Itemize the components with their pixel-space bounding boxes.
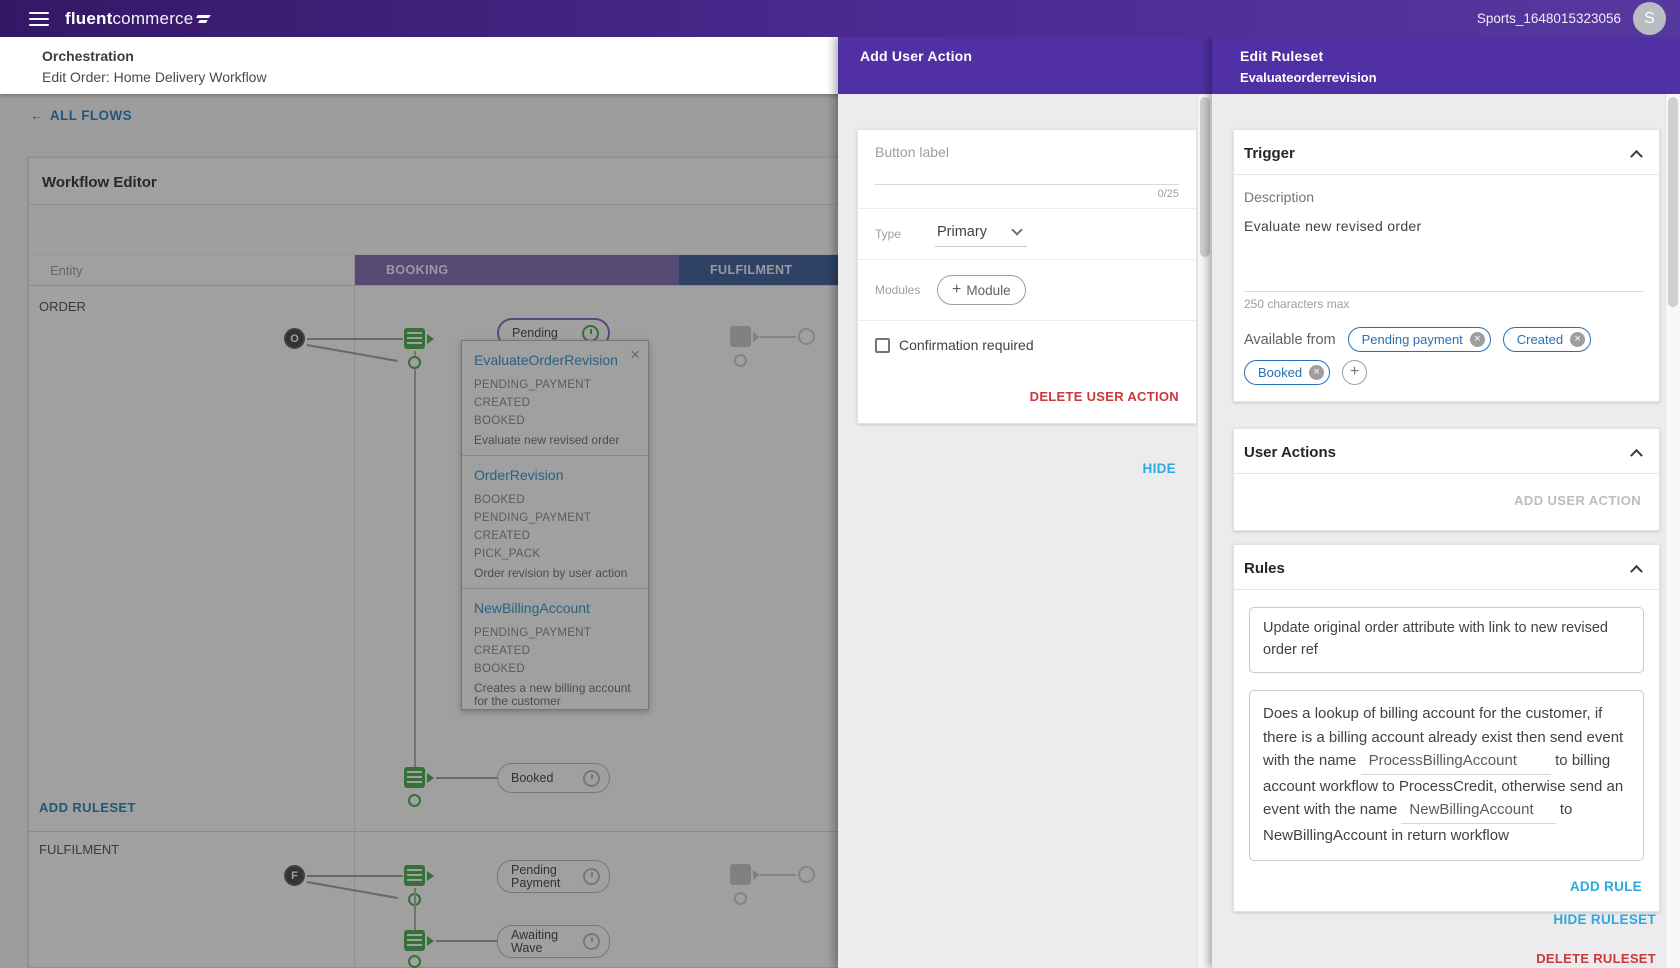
user-actions-heading: User Actions <box>1244 444 1336 461</box>
app-bar: fluentcommerce Sports_1648015323056 S <box>0 0 1680 37</box>
add-user-action-button[interactable]: ADD USER ACTION <box>1514 493 1641 508</box>
chevron-down-icon <box>1011 224 1022 235</box>
account-name: Sports_1648015323056 <box>1477 11 1621 26</box>
chip-created[interactable]: Created × <box>1503 327 1591 352</box>
edit-ruleset-header: Edit Ruleset Evaluateorderrevision <box>1212 36 1680 94</box>
add-module-button[interactable]: + Module <box>937 275 1026 305</box>
scrollbar[interactable] <box>1665 94 1680 968</box>
logo-mark-icon <box>197 15 210 23</box>
panel-subtitle: Evaluateorderrevision <box>1240 70 1680 85</box>
panel-title: Add User Action <box>860 48 1212 64</box>
trigger-card: Trigger Description Evaluate new revised… <box>1233 129 1660 402</box>
add-user-action-header: Add User Action <box>838 36 1212 94</box>
brand-light: commerce <box>112 9 193 29</box>
scrollbar[interactable] <box>1197 94 1212 968</box>
available-from-label: Available from <box>1244 332 1336 348</box>
add-status-button[interactable]: + <box>1342 360 1367 385</box>
brand-bold: fluent <box>65 9 112 29</box>
remove-chip-icon[interactable]: × <box>1470 332 1485 347</box>
confirmation-label: Confirmation required <box>899 337 1034 353</box>
chevron-up-icon[interactable] <box>1630 565 1643 578</box>
brand-logo: fluentcommerce <box>65 9 210 29</box>
event-name-input[interactable]: NewBillingAccount <box>1401 798 1555 824</box>
trigger-heading: Trigger <box>1244 145 1295 162</box>
type-select[interactable]: Primary <box>935 222 1027 247</box>
rule-item[interactable]: Does a lookup of billing account for the… <box>1249 690 1644 861</box>
chevron-up-icon[interactable] <box>1630 449 1643 462</box>
description-input[interactable]: Evaluate new revised order <box>1244 218 1643 234</box>
delete-ruleset-link[interactable]: DELETE RULESET <box>1536 951 1656 966</box>
plus-icon: + <box>952 281 961 299</box>
rule-sentence: Does a lookup of billing account for the… <box>1263 702 1630 847</box>
char-counter: 0/25 <box>875 185 1179 208</box>
chip-pending-payment[interactable]: Pending payment × <box>1348 327 1491 352</box>
remove-chip-icon[interactable]: × <box>1309 365 1324 380</box>
chevron-up-icon[interactable] <box>1630 150 1643 163</box>
modal-dim-overlay <box>0 94 838 968</box>
add-rule-button[interactable]: ADD RULE <box>1570 879 1642 894</box>
hide-panel-link[interactable]: HIDE <box>1143 461 1176 476</box>
type-label: Type <box>875 227 921 241</box>
button-label-input[interactable] <box>875 160 1179 185</box>
hide-ruleset-link[interactable]: HIDE RULESET <box>1553 912 1656 927</box>
user-action-form-card: Button label 0/25 Type Primary Modules +… <box>857 129 1197 424</box>
edit-ruleset-panel: Edit Ruleset Evaluateorderrevision Trigg… <box>1212 36 1680 968</box>
rules-heading: Rules <box>1244 560 1285 577</box>
scrollbar-thumb[interactable] <box>1668 97 1678 307</box>
delete-user-action-button[interactable]: DELETE USER ACTION <box>1030 389 1179 404</box>
modules-label: Modules <box>875 283 937 297</box>
char-limit-helper: 250 characters max <box>1244 297 1643 311</box>
user-actions-card: User Actions ADD USER ACTION <box>1233 428 1660 531</box>
scrollbar-thumb[interactable] <box>1200 97 1210 257</box>
panel-title: Edit Ruleset <box>1240 48 1680 64</box>
event-name-input[interactable]: ProcessBillingAccount <box>1361 749 1551 775</box>
menu-icon[interactable] <box>29 12 49 26</box>
chip-booked[interactable]: Booked × <box>1244 360 1330 385</box>
add-user-action-panel: Add User Action Button label 0/25 Type P… <box>838 36 1212 968</box>
avatar[interactable]: S <box>1633 2 1666 35</box>
rule-item[interactable]: Update original order attribute with lin… <box>1249 607 1644 673</box>
rules-card: Rules Update original order attribute wi… <box>1233 544 1660 912</box>
button-label-placeholder: Button label <box>875 130 1179 160</box>
confirmation-checkbox[interactable] <box>875 338 890 353</box>
remove-chip-icon[interactable]: × <box>1570 332 1585 347</box>
description-label: Description <box>1244 189 1643 205</box>
